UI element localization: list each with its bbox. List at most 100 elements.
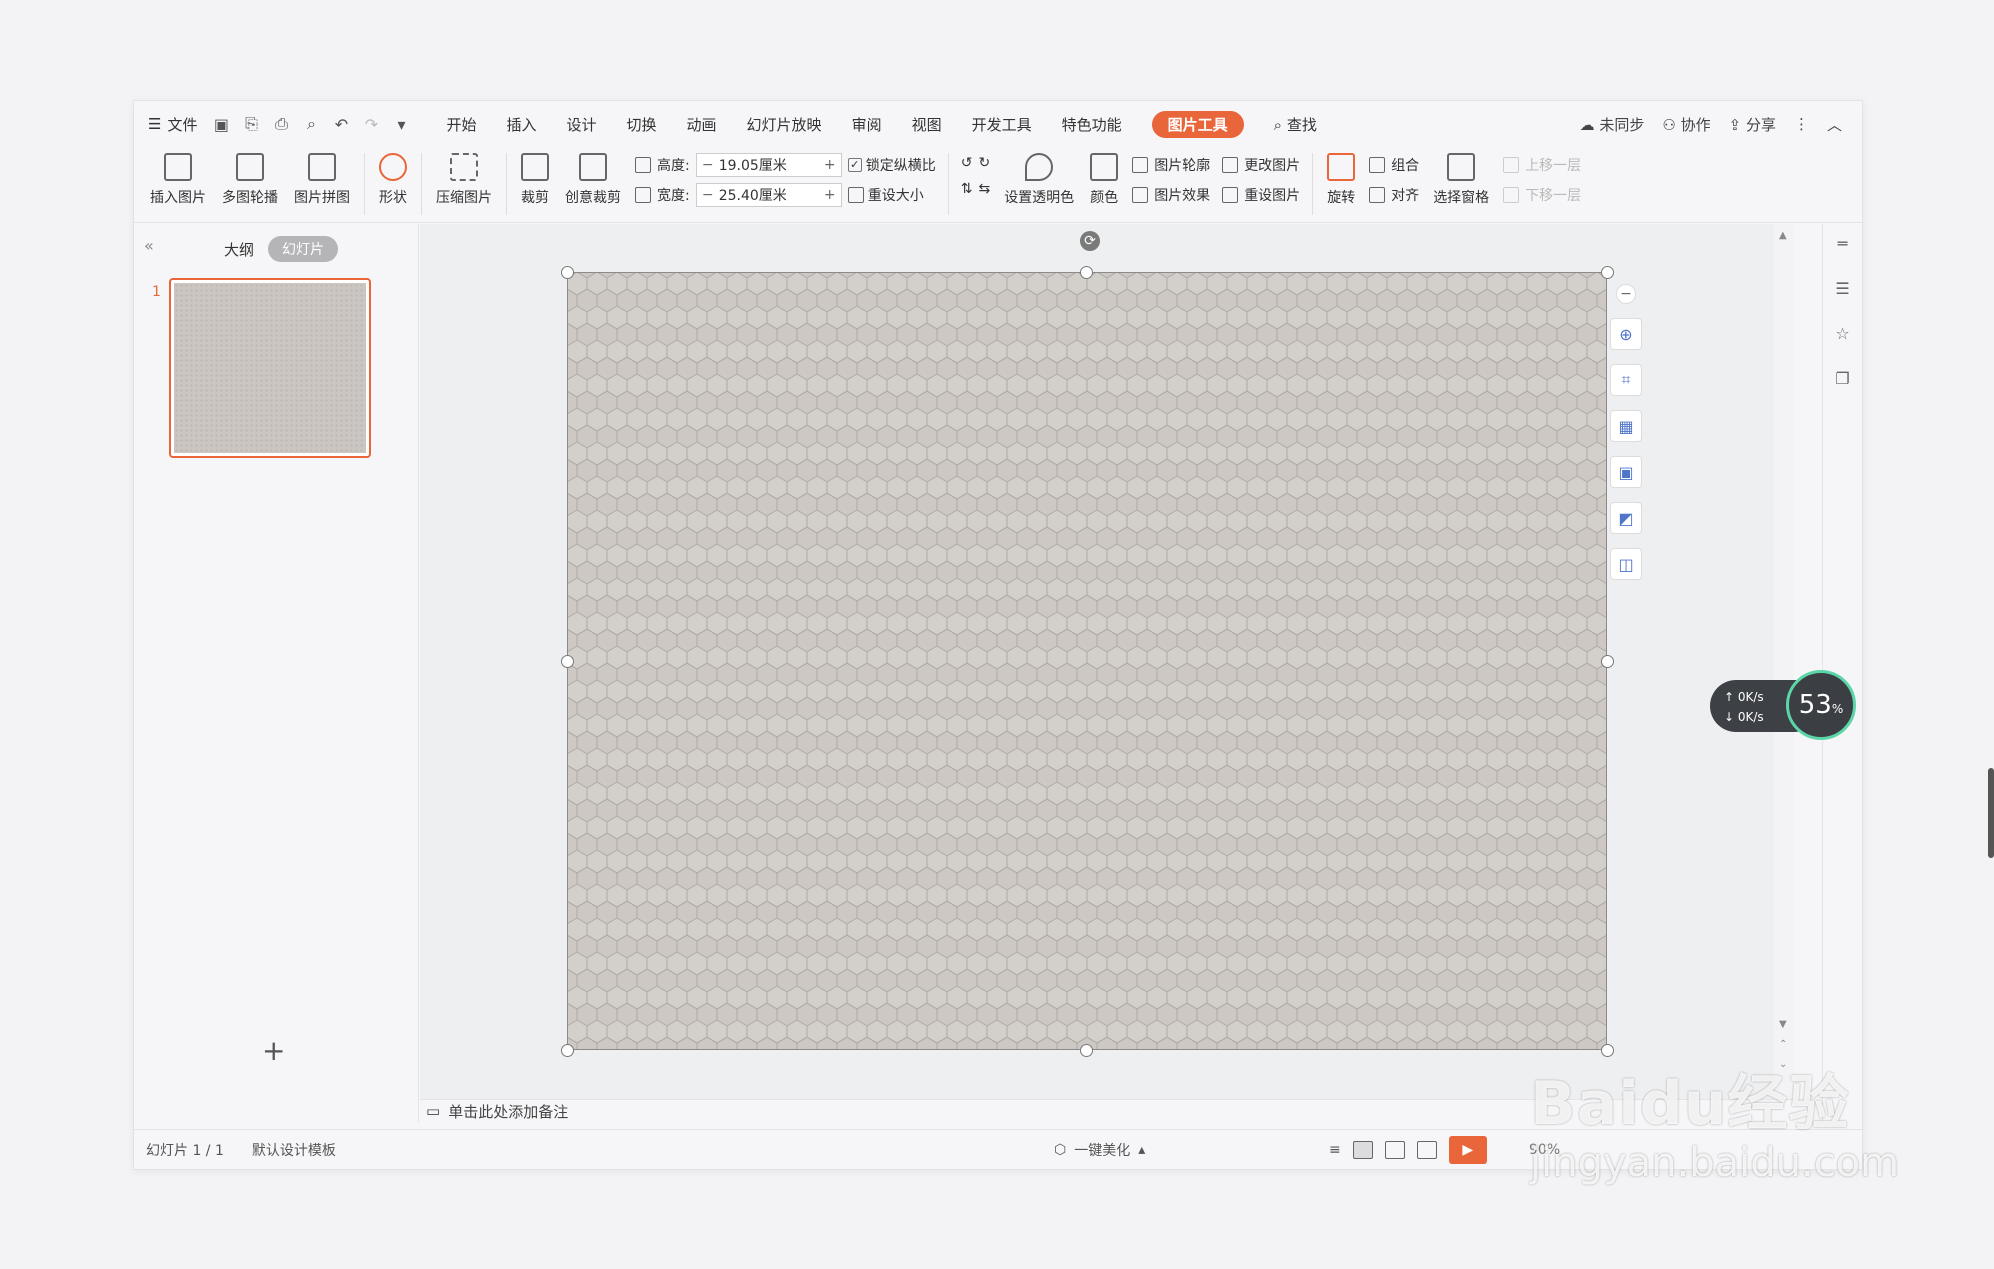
color-button[interactable]: 颜色: [1082, 147, 1126, 207]
star-icon[interactable]: ☆: [1835, 324, 1849, 343]
group-button[interactable]: 组合: [1369, 155, 1419, 175]
sync-button[interactable]: ☁ 未同步: [1580, 114, 1645, 135]
tab-special[interactable]: 特色功能: [1062, 114, 1122, 135]
template-name[interactable]: 默认设计模板: [252, 1140, 336, 1160]
outline-button[interactable]: 图片轮廓: [1132, 155, 1210, 175]
group-icon: [1369, 157, 1386, 173]
tab-design[interactable]: 设计: [567, 114, 597, 135]
zoom-in-icon[interactable]: ⊕: [1610, 318, 1642, 350]
selection-pane-button[interactable]: 选择窗格: [1425, 147, 1497, 207]
tab-insert[interactable]: 插入: [506, 114, 536, 135]
share-button[interactable]: ⇪ 分享: [1729, 114, 1776, 135]
rotate-button[interactable]: 旋转: [1319, 147, 1363, 207]
picture-collage-button[interactable]: 图片拼图: [286, 147, 358, 207]
view-switcher: ≡ ▶: [1329, 1135, 1487, 1164]
width-increase[interactable]: +: [819, 187, 841, 203]
copy-icon[interactable]: ❐: [1835, 369, 1849, 388]
lock-ratio-checkbox[interactable]: ✓ 锁定纵横比: [847, 155, 936, 175]
network-speed-widget[interactable]: ↑ 0K/s ↓ 0K/s 53%: [1710, 670, 1856, 740]
resize-handle-tm[interactable]: [1080, 266, 1093, 279]
change-picture-button[interactable]: 更改图片: [1222, 155, 1300, 175]
quick-access-toolbar: ▣ ⎘ ⎙ ⌕ ↶ ↷ ▾: [211, 114, 411, 134]
tab-transition[interactable]: 切换: [627, 114, 657, 135]
properties-icon[interactable]: ☰: [1835, 279, 1849, 298]
reading-view-icon[interactable]: [1416, 1140, 1437, 1159]
rotate-right-icon[interactable]: ↻: [978, 155, 990, 171]
transparency-icon[interactable]: ◩: [1610, 502, 1642, 534]
creative-crop-button[interactable]: 创意裁剪: [557, 147, 629, 207]
download-speed: ↓ 0K/s: [1724, 710, 1764, 724]
tab-picture-tools[interactable]: 图片工具: [1151, 110, 1244, 138]
insert-picture-button[interactable]: 插入图片: [142, 147, 214, 207]
add-slide-button[interactable]: +: [262, 1034, 285, 1067]
scroll-up-icon[interactable]: ▲: [1779, 230, 1787, 241]
slide-thumbnail[interactable]: [169, 278, 371, 458]
notes-toggle-icon[interactable]: ≡: [1329, 1142, 1341, 1158]
beautify-icon: ⬡: [1054, 1141, 1067, 1158]
shape-button[interactable]: 形状: [371, 147, 415, 207]
tab-slides[interactable]: 幻灯片: [268, 236, 338, 262]
collapse-tools-icon[interactable]: −: [1616, 284, 1636, 304]
resize-handle-bl[interactable]: [561, 1044, 574, 1057]
format-painter-icon[interactable]: ⎘: [241, 114, 261, 134]
file-menu[interactable]: ☰ 文件: [148, 114, 197, 135]
rotate-left-icon[interactable]: ↺: [961, 155, 973, 171]
resize-handle-tl[interactable]: [561, 266, 574, 279]
tab-animation[interactable]: 动画: [687, 114, 717, 135]
image-edit-icon[interactable]: ▣: [1610, 456, 1642, 488]
width-stepper[interactable]: − +: [695, 183, 842, 207]
print-preview-icon[interactable]: ⌕: [301, 114, 321, 134]
crop-tool-icon[interactable]: ⌗: [1610, 364, 1642, 396]
tab-view[interactable]: 视图: [912, 114, 942, 135]
undo-icon[interactable]: ↶: [331, 115, 351, 134]
vertical-scrollbar[interactable]: ▲ ▼ ⌃ ⌄: [1774, 224, 1794, 1099]
compress-picture-button[interactable]: 压缩图片: [428, 147, 500, 207]
collapse-ribbon-icon[interactable]: ︿: [1827, 114, 1842, 135]
beautify-button[interactable]: ⬡ 一键美化 ▴: [1054, 1140, 1145, 1160]
flip-vertical-icon[interactable]: ⇅: [961, 181, 973, 197]
search-button[interactable]: ⌕ 查找: [1274, 114, 1317, 135]
effects-button[interactable]: 图片效果: [1132, 185, 1210, 205]
redo-icon[interactable]: ↷: [361, 115, 381, 134]
sorter-view-icon[interactable]: [1384, 1140, 1405, 1159]
resize-handle-ml[interactable]: [561, 655, 574, 668]
bring-forward-button[interactable]: 上移一层: [1503, 155, 1581, 175]
tab-review[interactable]: 审阅: [852, 114, 882, 135]
tab-developer[interactable]: 开发工具: [972, 114, 1032, 135]
height-increase[interactable]: +: [819, 157, 841, 173]
collab-button[interactable]: ⚇ 协作: [1662, 114, 1710, 135]
multi-carousel-button[interactable]: 多图轮播: [214, 147, 286, 207]
height-input[interactable]: [718, 157, 819, 173]
align-button[interactable]: 对齐: [1369, 185, 1419, 205]
crop-button[interactable]: 裁剪: [513, 147, 557, 207]
tab-slideshow[interactable]: 幻灯片放映: [747, 114, 822, 135]
print-icon[interactable]: ⎙: [271, 114, 291, 134]
more-icon[interactable]: ⋮: [1794, 115, 1809, 133]
layout-icon[interactable]: ◫: [1610, 548, 1642, 580]
tab-outline[interactable]: 大纲: [224, 239, 254, 260]
reset-picture-button[interactable]: 重设图片: [1222, 185, 1300, 205]
prev-slide-icon[interactable]: ⌃: [1779, 1039, 1787, 1050]
customize-icon[interactable]: ▾: [391, 115, 411, 134]
resize-handle-bm[interactable]: [1080, 1044, 1093, 1057]
width-input[interactable]: [718, 187, 819, 203]
resize-handle-mr[interactable]: [1601, 655, 1614, 668]
send-backward-button[interactable]: 下移一层: [1503, 185, 1581, 205]
collapse-panel-icon[interactable]: «: [144, 236, 154, 255]
resize-handle-tr[interactable]: [1601, 266, 1614, 279]
set-transparent-button[interactable]: 设置透明色: [996, 147, 1082, 207]
width-decrease[interactable]: −: [697, 187, 719, 203]
reset-size-button[interactable]: 重设大小: [847, 185, 924, 205]
flip-horizontal-icon[interactable]: ⇆: [978, 181, 990, 197]
height-stepper[interactable]: − +: [695, 153, 842, 177]
smart-select-icon[interactable]: ▦: [1610, 410, 1642, 442]
save-icon[interactable]: ▣: [211, 115, 231, 134]
slide-picture[interactable]: [567, 272, 1607, 1050]
play-slideshow-icon[interactable]: ▶: [1448, 1135, 1487, 1164]
tab-start[interactable]: 开始: [446, 114, 476, 135]
rotate-handle-icon[interactable]: ⟳: [1080, 231, 1100, 251]
height-decrease[interactable]: −: [697, 157, 719, 173]
slide-canvas: ⟳ − ⊕ ⌗ ▦ ▣ ◩ ◫ ▲ ▼ ⌃ ⌄: [420, 224, 1794, 1099]
normal-view-icon[interactable]: [1352, 1140, 1373, 1159]
scroll-down-icon[interactable]: ▼: [1779, 1019, 1787, 1030]
